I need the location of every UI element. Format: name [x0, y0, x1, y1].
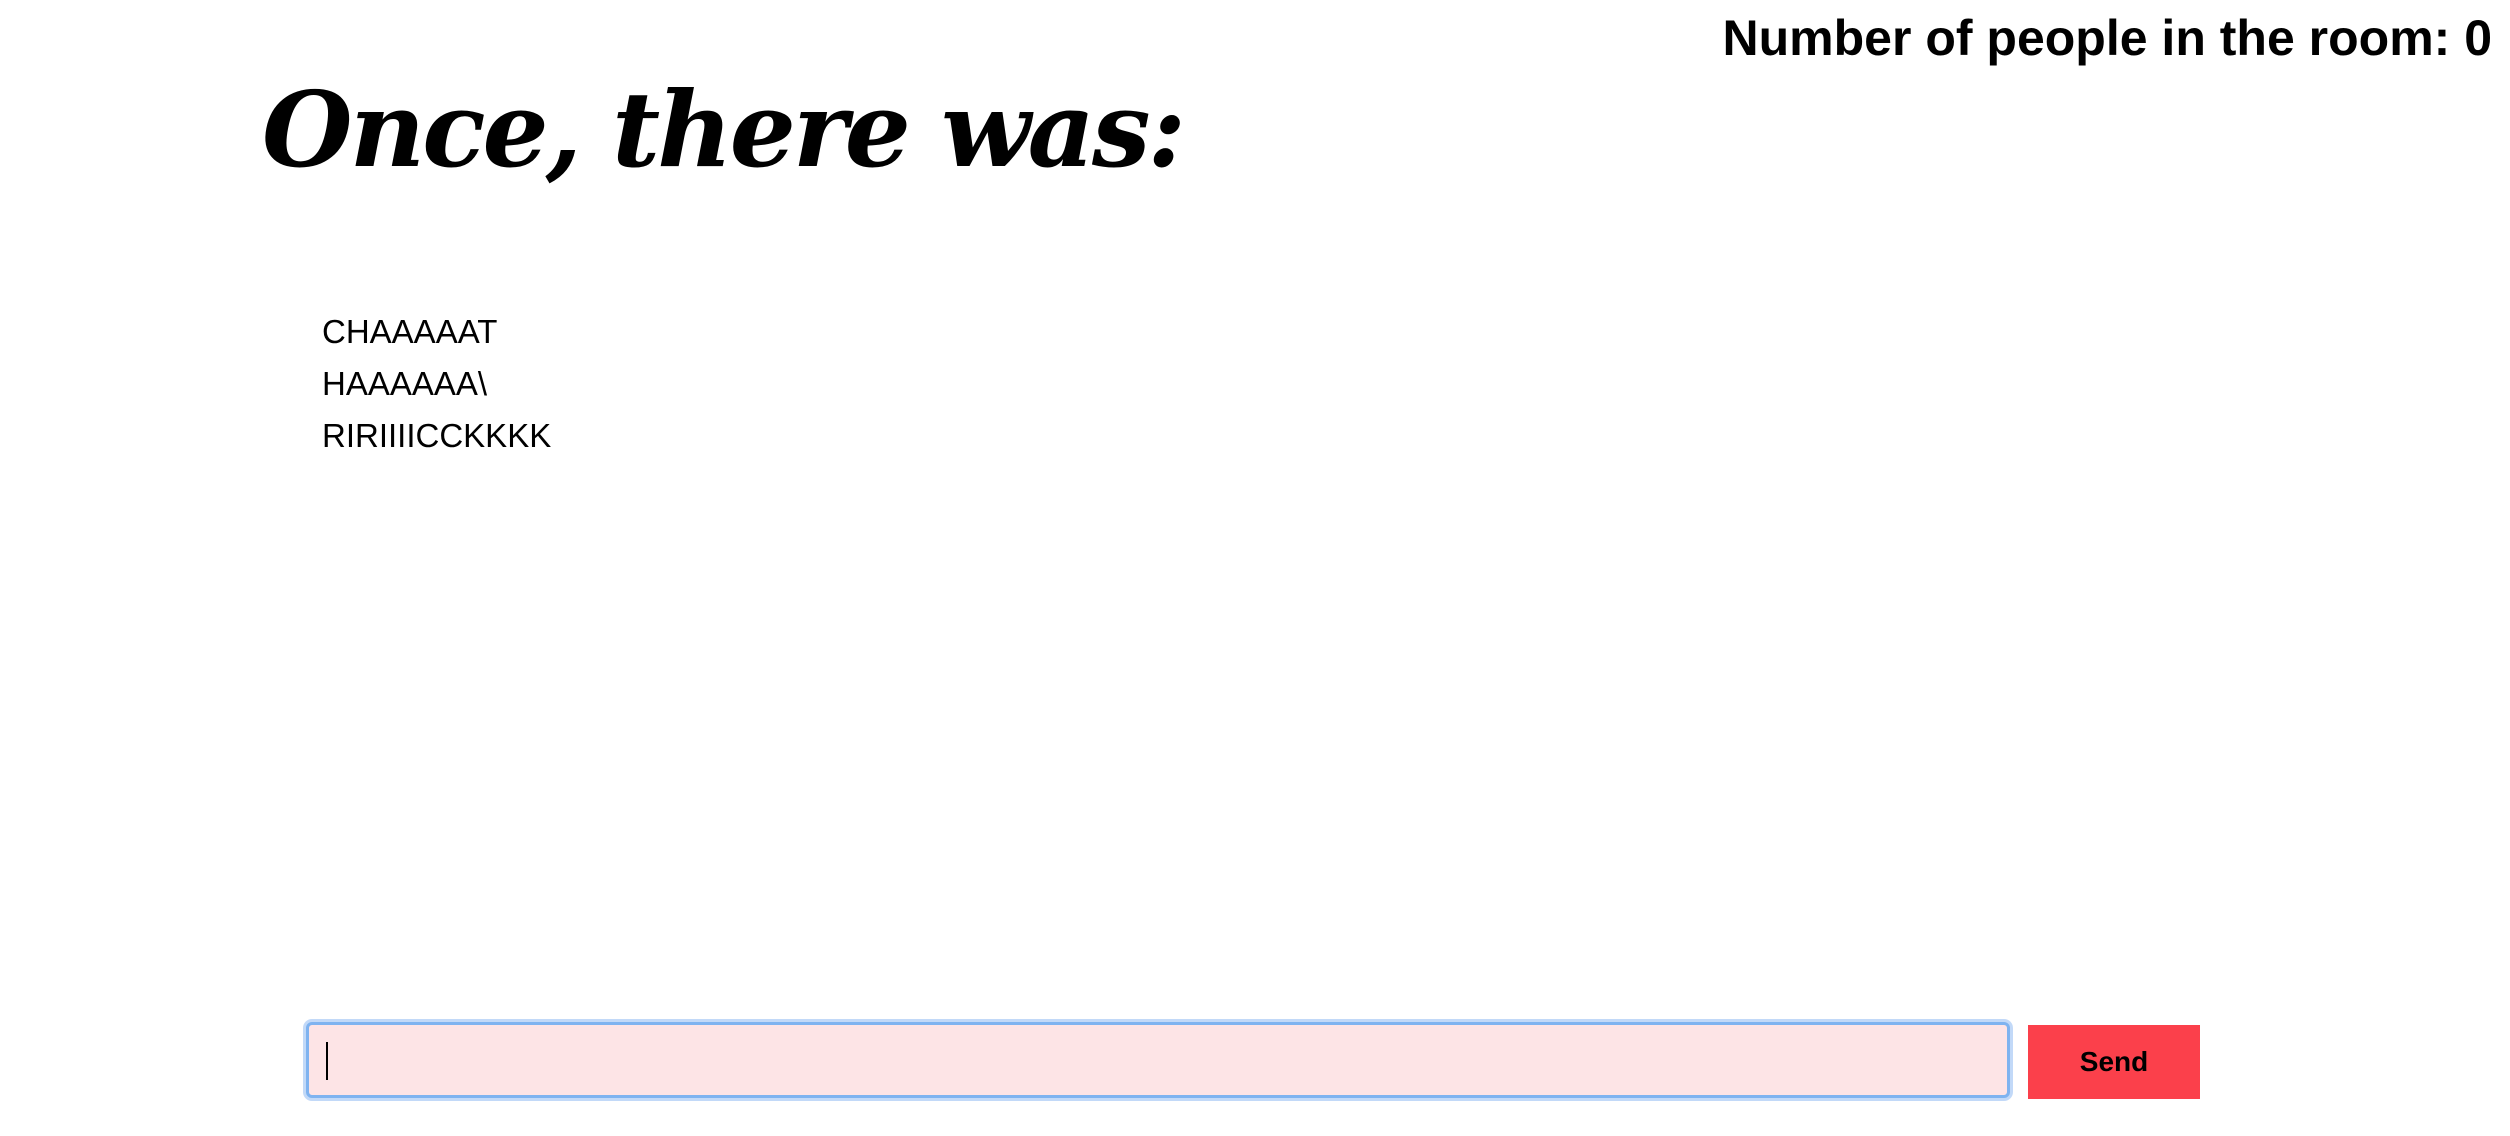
- message-input[interactable]: [306, 1022, 2010, 1098]
- chat-page: Number of people in the room: 0 Once, th…: [0, 0, 2510, 1136]
- text-caret: [326, 1042, 328, 1080]
- room-count: Number of people in the room: 0: [1722, 10, 2492, 66]
- message-list: CHAAAAAT HAAAAAA\ RIRIIIICCKKKK: [322, 306, 551, 462]
- message-item: HAAAAAA\: [322, 365, 488, 402]
- message-item: RIRIIIICCKKKK: [322, 417, 552, 454]
- send-button[interactable]: Send: [2028, 1025, 2200, 1099]
- story-title: Once, there was:: [262, 68, 1186, 191]
- message-item: CHAAAAAT: [322, 313, 498, 350]
